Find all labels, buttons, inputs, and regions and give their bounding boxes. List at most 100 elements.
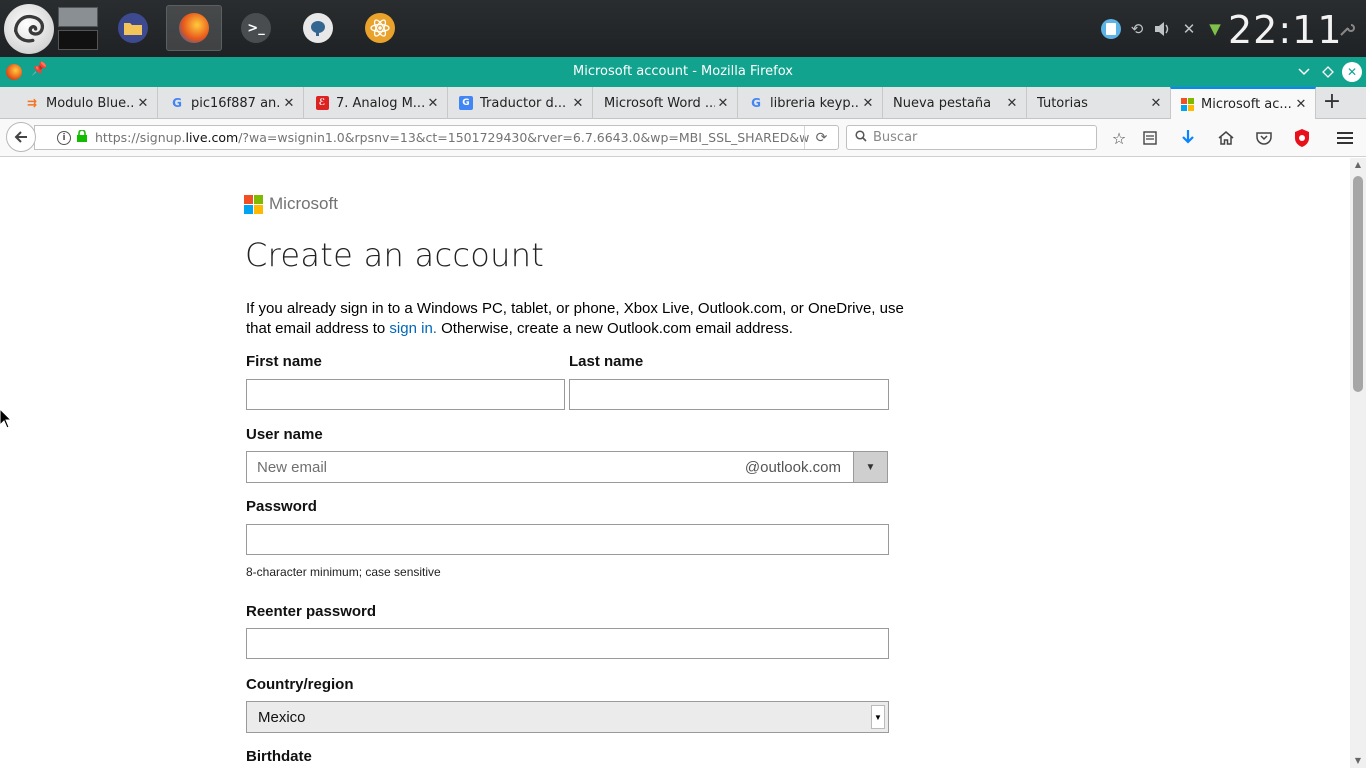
password-field[interactable] xyxy=(246,524,889,555)
task-dolphin[interactable] xyxy=(105,5,161,51)
tab-label: Microsoft Word ... xyxy=(604,95,715,111)
lock-icon[interactable] xyxy=(77,129,87,145)
intro-text: If you already sign in to a Windows PC, … xyxy=(246,300,904,337)
wifi-icon[interactable]: ▼ xyxy=(1204,18,1226,40)
pocket-icon[interactable] xyxy=(1253,127,1275,149)
close-tab-icon[interactable]: ✕ xyxy=(860,96,876,111)
tab-pic16f887[interactable]: G pic16f887 an... ✕ xyxy=(161,87,304,119)
task-pgadmin[interactable] xyxy=(290,5,346,51)
task-firefox[interactable] xyxy=(166,5,222,51)
desktop-pager[interactable] xyxy=(58,7,98,51)
window-title: Microsoft account - Mozilla Firefox xyxy=(573,64,793,79)
tab-label: libreria keyp... xyxy=(770,95,860,111)
search-icon xyxy=(855,129,867,146)
close-tab-icon[interactable]: ✕ xyxy=(425,96,441,111)
page-scrollbar[interactable]: ▲ ▼ xyxy=(1350,158,1366,768)
search-placeholder: Buscar xyxy=(873,130,918,145)
network-icon[interactable]: ⟲ xyxy=(1126,18,1148,40)
close-window-button[interactable]: ✕ xyxy=(1342,62,1362,82)
search-input[interactable]: Buscar xyxy=(846,125,1097,150)
last-name-field[interactable] xyxy=(569,379,889,410)
close-tab-icon[interactable]: ✕ xyxy=(1148,96,1164,111)
reenter-password-field[interactable] xyxy=(246,628,889,659)
reload-icon[interactable]: ⟳ xyxy=(804,126,838,149)
microsoft-logo-icon xyxy=(244,194,263,214)
info-icon[interactable]: i xyxy=(57,130,71,145)
page-title: Create an account xyxy=(245,236,545,274)
clock[interactable]: 22:11 xyxy=(1228,8,1343,52)
tab-label: Nueva pestaña xyxy=(893,95,992,111)
password-label: Password xyxy=(246,498,317,515)
scroll-down-icon[interactable]: ▼ xyxy=(1350,754,1366,768)
microsoft-icon xyxy=(1179,97,1195,113)
tab-tutorias[interactable]: Tutorias ✕ xyxy=(1029,87,1171,119)
tab-microsoft-word[interactable]: Microsoft Word ... ✕ xyxy=(596,87,738,119)
menu-icon[interactable] xyxy=(1334,127,1356,149)
first-name-field[interactable] xyxy=(246,379,565,410)
birthdate-label: Birthdate xyxy=(246,748,312,765)
bookmark-star-icon[interactable]: ☆ xyxy=(1108,127,1130,149)
url-text[interactable]: https://signup.live.com/?wa=wsignin1.0&r… xyxy=(95,130,810,145)
atom-icon xyxy=(365,13,395,43)
close-tab-icon[interactable]: ✕ xyxy=(1004,96,1020,111)
close-tab-icon[interactable]: ✕ xyxy=(570,96,586,111)
username-field[interactable]: New email @outlook.com ▼ xyxy=(246,451,888,483)
minimize-button[interactable] xyxy=(1294,62,1314,82)
window-titlebar[interactable]: 📌 Microsoft account - Mozilla Firefox ✕ xyxy=(0,57,1366,87)
tab-nueva-pestana[interactable]: Nueva pestaña ✕ xyxy=(885,87,1027,119)
country-value: Mexico xyxy=(258,708,306,726)
panel-settings-icon[interactable] xyxy=(1336,18,1358,40)
desktop-panel: >_ ⟲ ✕ ▼ 22:11 xyxy=(0,0,1366,57)
new-tab-button[interactable]: + xyxy=(1320,91,1344,115)
page-content: Microsoft Create an account If you alrea… xyxy=(0,158,1350,768)
downloads-icon[interactable] xyxy=(1177,127,1199,149)
close-tab-icon[interactable]: ✕ xyxy=(715,96,731,111)
scroll-up-icon[interactable]: ▲ xyxy=(1350,158,1366,172)
tab-traductor[interactable]: G Traductor d... ✕ xyxy=(450,87,593,119)
desktop-2[interactable] xyxy=(58,30,98,50)
tab-label: Tutorias xyxy=(1037,95,1088,111)
close-tab-icon[interactable]: ✕ xyxy=(281,96,297,111)
chevron-down-icon[interactable]: ▼ xyxy=(871,705,885,729)
clipboard-icon[interactable] xyxy=(1100,18,1122,40)
bluetooth-off-icon[interactable]: ✕ xyxy=(1178,18,1200,40)
task-atom[interactable] xyxy=(352,5,408,51)
close-tab-icon[interactable]: ✕ xyxy=(135,96,151,111)
firefox-icon xyxy=(179,13,209,43)
url-bar[interactable]: i https://signup.live.com/?wa=wsignin1.0… xyxy=(34,125,839,150)
sign-in-link[interactable]: sign in. xyxy=(389,320,437,337)
reading-list-icon[interactable] xyxy=(1139,127,1161,149)
first-name-label: First name xyxy=(246,353,322,370)
back-button[interactable] xyxy=(6,122,36,152)
tab-microsoft-account[interactable]: Microsoft ac... ✕ xyxy=(1170,87,1316,120)
tab-modulo-bluetooth[interactable]: ⇉ Modulo Blue... ✕ xyxy=(16,87,158,119)
pdf-icon: ℰ xyxy=(314,95,330,111)
volume-icon[interactable] xyxy=(1152,18,1174,40)
tab-label: 7. Analog M... xyxy=(336,95,425,111)
home-icon[interactable] xyxy=(1215,127,1237,149)
domain-dropdown-button[interactable]: ▼ xyxy=(853,452,887,482)
tab-label: pic16f887 an... xyxy=(191,95,281,111)
task-terminal[interactable]: >_ xyxy=(228,5,284,51)
ublock-icon[interactable] xyxy=(1291,127,1313,149)
opensuse-icon xyxy=(14,14,45,43)
maximize-button[interactable] xyxy=(1318,62,1338,82)
username-placeholder: New email xyxy=(257,458,328,476)
application-launcher-button[interactable] xyxy=(4,4,54,54)
navigation-toolbar: i https://signup.live.com/?wa=wsignin1.0… xyxy=(0,119,1366,157)
elephant-icon xyxy=(303,13,333,43)
translate-icon: G xyxy=(458,95,474,111)
last-name-label: Last name xyxy=(569,353,644,370)
country-label: Country/region xyxy=(246,676,354,693)
scrollbar-thumb[interactable] xyxy=(1353,176,1363,392)
tab-strip: ⇉ Modulo Blue... ✕ G pic16f887 an... ✕ ℰ… xyxy=(0,87,1366,120)
mouse-cursor-icon xyxy=(0,409,12,429)
desktop-1[interactable] xyxy=(58,7,98,27)
instructables-icon: ⇉ xyxy=(26,96,38,110)
tab-analog-module[interactable]: ℰ 7. Analog M... ✕ xyxy=(306,87,448,119)
reenter-password-label: Reenter password xyxy=(246,603,377,620)
folder-icon xyxy=(118,13,148,43)
close-tab-icon[interactable]: ✕ xyxy=(1293,97,1309,112)
country-select[interactable]: Mexico ▼ xyxy=(246,701,889,733)
tab-libreria-keypad[interactable]: G libreria keyp... ✕ xyxy=(740,87,883,119)
